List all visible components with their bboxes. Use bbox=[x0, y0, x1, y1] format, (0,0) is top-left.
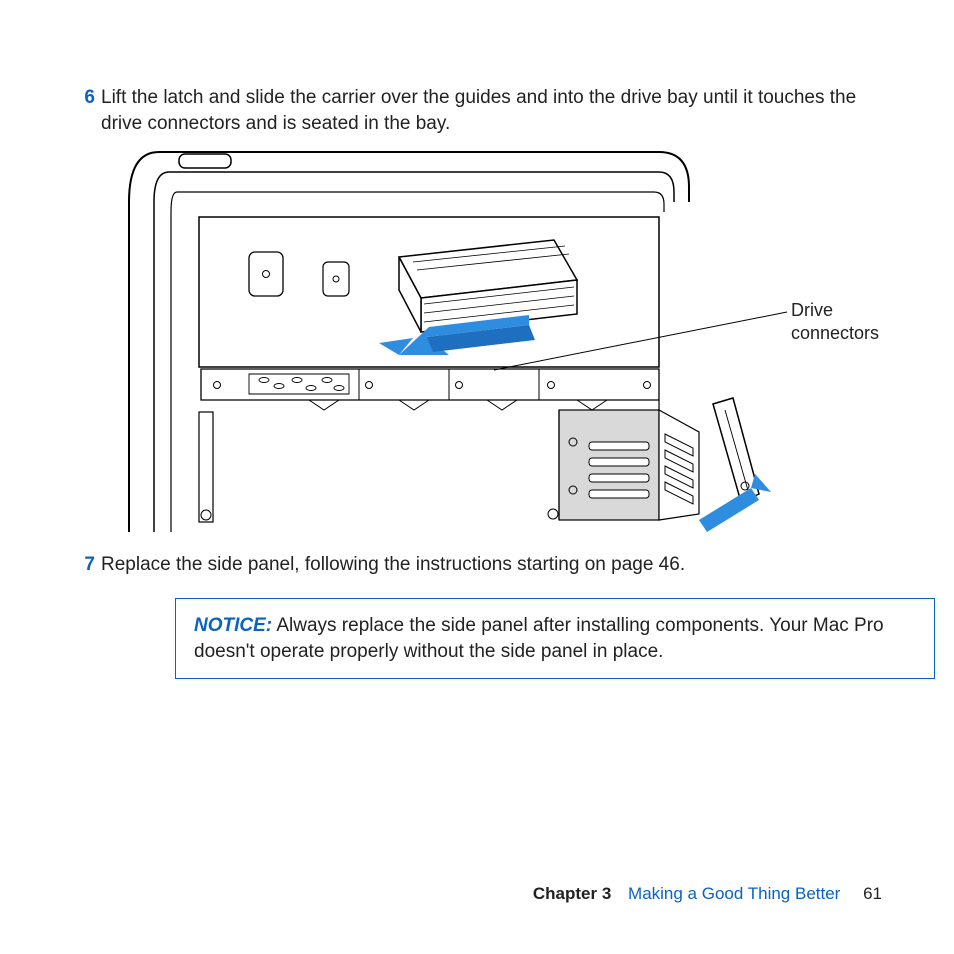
page-footer: Chapter 3 Making a Good Thing Better 61 bbox=[533, 883, 882, 906]
manual-page: 6 Lift the latch and slide the carrier o… bbox=[0, 0, 954, 954]
step-7: 7 Replace the side panel, following the … bbox=[75, 552, 894, 578]
chapter-label: Chapter 3 bbox=[533, 884, 611, 903]
callout-line-1: Drive bbox=[791, 300, 833, 320]
notice-text: Always replace the side panel after inst… bbox=[194, 615, 884, 662]
step-6-text: Lift the latch and slide the carrier ove… bbox=[101, 85, 894, 136]
step-7-number: 7 bbox=[75, 552, 95, 578]
notice-box: NOTICE: Always replace the side panel af… bbox=[175, 598, 935, 679]
callout-line-2: connectors bbox=[791, 323, 879, 343]
step-6: 6 Lift the latch and slide the carrier o… bbox=[75, 85, 894, 136]
callout-drive-connectors: Drive connectors bbox=[791, 299, 879, 344]
drive-bay-illustration bbox=[99, 142, 879, 542]
step-7-text: Replace the side panel, following the in… bbox=[101, 552, 894, 578]
notice-label: NOTICE: bbox=[194, 615, 272, 636]
page-number: 61 bbox=[863, 884, 882, 903]
figure-drive-bay: Drive connectors bbox=[99, 142, 879, 542]
chapter-title: Making a Good Thing Better bbox=[628, 884, 840, 903]
step-6-number: 6 bbox=[75, 85, 95, 111]
